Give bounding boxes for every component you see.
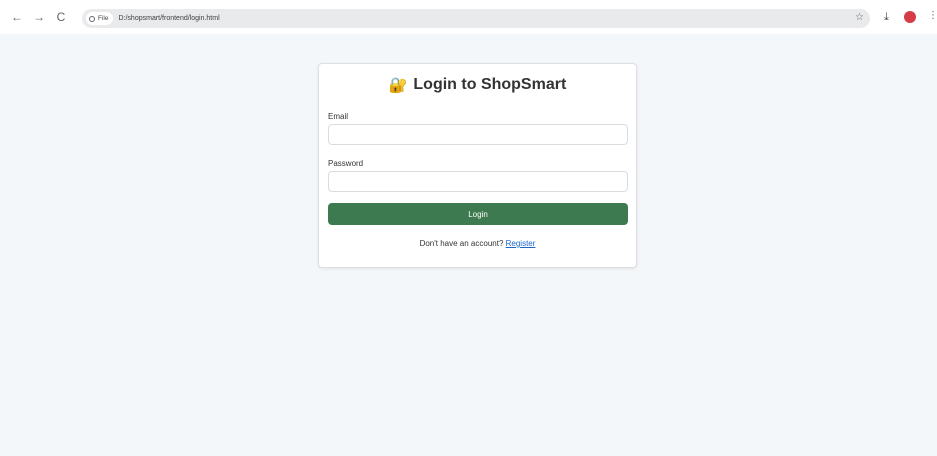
forward-icon[interactable]: → [30, 8, 48, 26]
back-icon[interactable]: ← [8, 8, 26, 26]
menu-icon[interactable]: ⋮ [928, 10, 937, 21]
info-icon [89, 15, 95, 22]
login-card: 🔐 Login to ShopSmart Email Password Logi… [318, 63, 637, 268]
email-field[interactable] [328, 124, 628, 145]
star-icon[interactable]: ☆ [855, 12, 864, 23]
browser-toolbar: ← → C File D:/shopsmart/frontend/login.h… [0, 0, 937, 34]
password-label: Password [328, 159, 364, 168]
url-text[interactable]: D:/shopsmart/frontend/login.html [118, 15, 219, 22]
register-prompt: Don't have an account? [419, 239, 506, 248]
address-bar[interactable]: File D:/shopsmart/frontend/login.html [82, 9, 870, 28]
title-row: 🔐 Login to ShopSmart [319, 76, 636, 94]
reload-icon[interactable]: C [52, 8, 70, 26]
lock-icon: 🔐 [388, 76, 408, 94]
site-info-label: File [98, 15, 109, 22]
download-icon[interactable]: ⤓ [884, 11, 889, 24]
page-title: Login to ShopSmart [413, 76, 567, 93]
site-info-chip[interactable]: File [86, 12, 114, 25]
register-row: Don't have an account? Register [319, 239, 636, 248]
login-button[interactable]: Login [328, 203, 628, 225]
page-content: 🔐 Login to ShopSmart Email Password Logi… [0, 34, 937, 456]
register-link[interactable]: Register [506, 239, 536, 248]
email-label: Email [328, 112, 349, 121]
profile-avatar[interactable] [904, 11, 916, 23]
password-field[interactable] [328, 171, 628, 192]
